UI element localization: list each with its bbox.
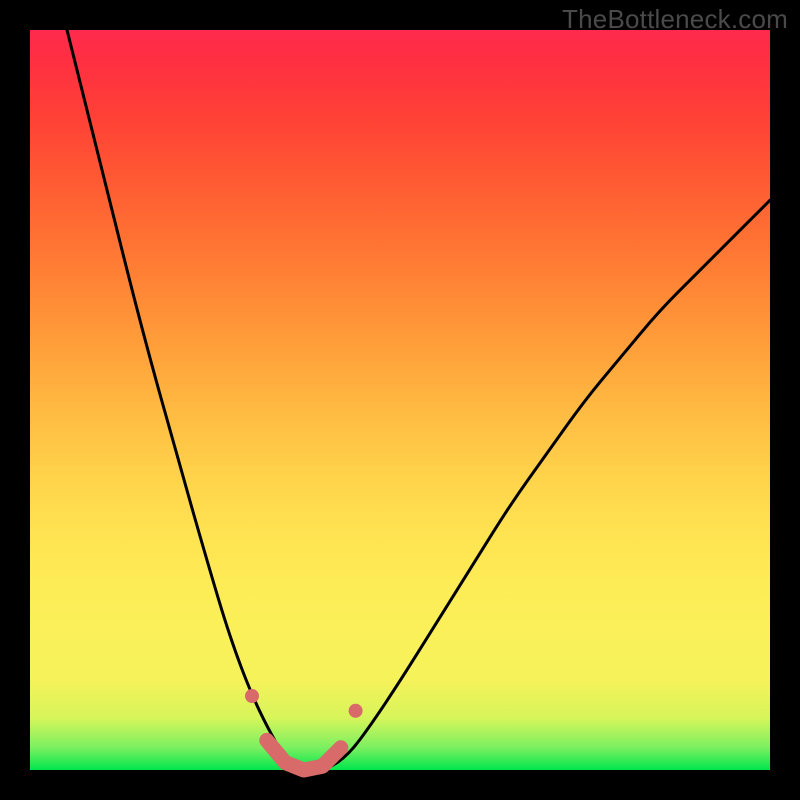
highlight-markers [245,689,363,718]
marker-dot [349,704,363,718]
plot-area [30,30,770,770]
outer-frame: TheBottleneck.com [0,0,800,800]
marker-dot [245,689,259,703]
bottleneck-chart [30,30,770,770]
marker-connector [267,740,341,770]
bottleneck-curve [67,30,770,770]
